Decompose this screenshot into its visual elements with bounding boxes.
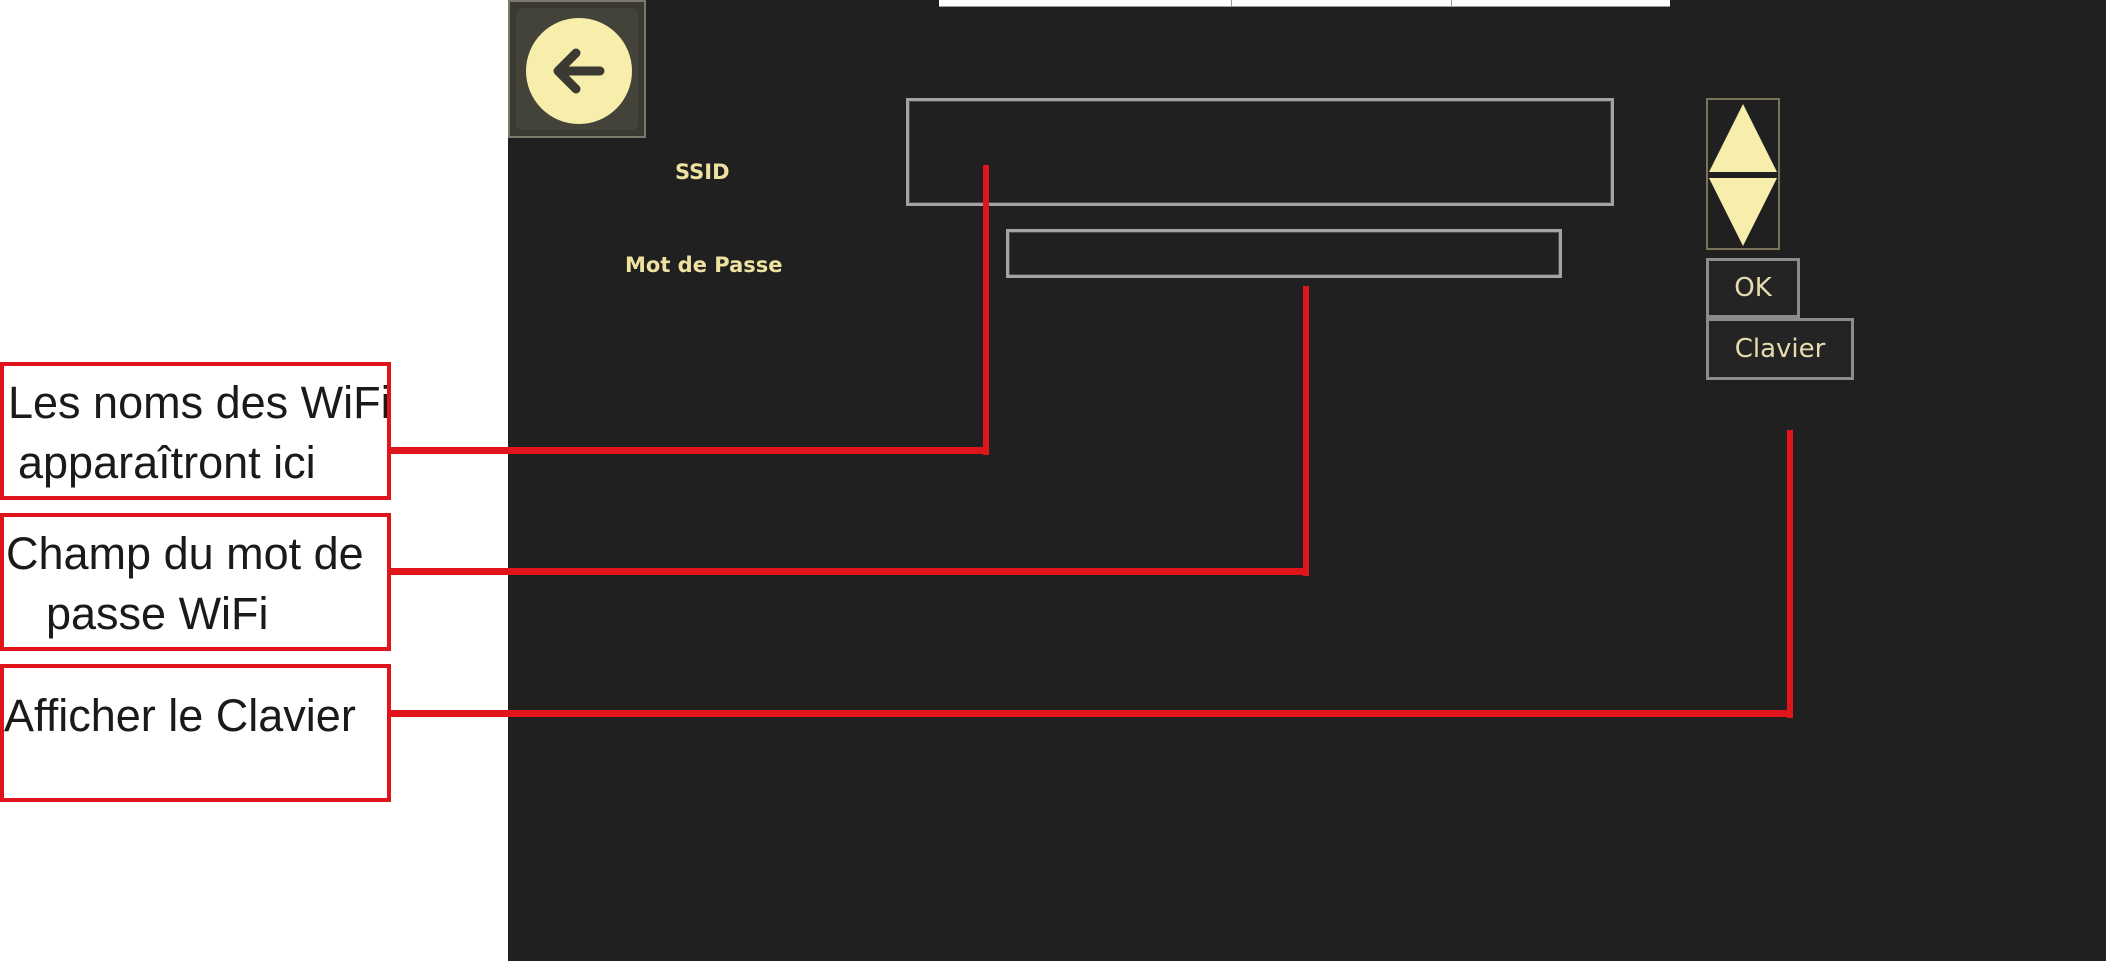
annotation-line-ssid-vertical (983, 165, 989, 455)
password-input[interactable] (1006, 229, 1562, 278)
ok-button[interactable]: OK (1706, 258, 1800, 318)
keyboard-button[interactable]: Clavier (1706, 318, 1854, 380)
triangle-down-icon (1709, 178, 1777, 246)
annotation-password-line2: passe WiFi (46, 588, 269, 639)
back-button[interactable] (508, 0, 646, 138)
annotation-keyboard-line1: Afficher le Clavier (4, 690, 356, 741)
annotation-ssid-line1: Les noms des WiFi (8, 377, 391, 428)
annotation-line-password-horizontal (389, 568, 1309, 575)
annotation-ssid: Les noms des WiFi apparaîtront ici (0, 362, 391, 500)
annotation-ssid-line2: apparaîtront ici (18, 437, 316, 488)
ssid-scroll-spinner (1706, 98, 1780, 250)
arrow-left-icon (553, 48, 605, 94)
annotation-password: Champ du mot de passe WiFi (0, 513, 391, 651)
annotation-line-ssid-horizontal (389, 447, 989, 454)
annotation-line-keyboard-horizontal (389, 710, 1793, 717)
ssid-list-field[interactable] (906, 98, 1614, 206)
annotation-line-keyboard-vertical (1787, 430, 1793, 718)
ssid-label: SSID (675, 160, 730, 184)
annotation-keyboard: Afficher le Clavier (0, 664, 391, 802)
triangle-up-icon (1709, 104, 1777, 172)
top-tab-strip (939, 0, 1670, 7)
annotation-line-password-vertical (1303, 286, 1309, 576)
scroll-down-button[interactable] (1708, 176, 1778, 248)
annotation-password-line1: Champ du mot de (6, 528, 364, 579)
scroll-up-button[interactable] (1708, 102, 1778, 174)
password-label: Mot de Passe (625, 253, 783, 277)
